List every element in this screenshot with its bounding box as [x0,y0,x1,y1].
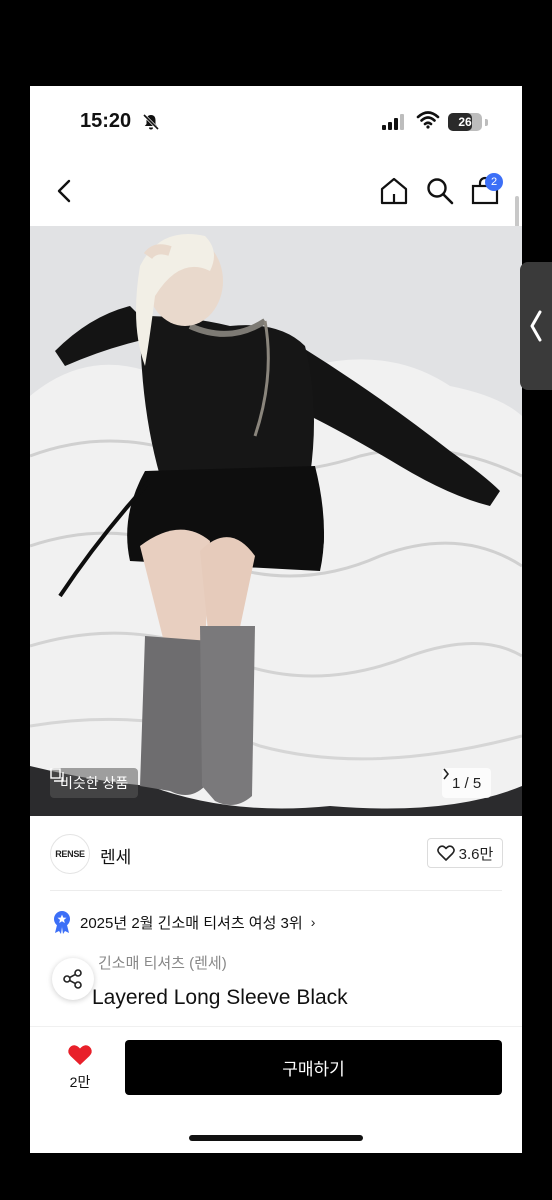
back-arrow-icon[interactable] [54,178,76,204]
phone-screen: 15:20 26 2 비슷한 상품 1 / 5 RENSE 렌세 3.6만 20… [30,86,522,1153]
page-counter-text: 1 / 5 [452,774,482,792]
brand-like-button[interactable]: 3.6만 [427,838,503,868]
wishlist-count: 2만 [69,1074,91,1090]
heart-filled-icon [68,1045,92,1065]
signal-icon [382,114,404,130]
brand-like-count: 3.6만 [458,845,494,863]
home-icon[interactable] [379,176,409,206]
share-icon [63,969,82,989]
cart-badge: 2 [485,173,503,191]
product-image-carousel[interactable]: 비슷한 상품 1 / 5 [30,226,522,816]
product-photo [30,226,522,816]
wishlist-button[interactable]: 2만 [60,1040,100,1092]
similar-products-label: 비슷한 상품 [60,775,129,791]
heart-outline-icon [436,845,455,861]
category-text: 긴소매 티셔츠 (렌세) [98,955,227,972]
top-nav: 2 [30,156,522,226]
bell-muted-icon [142,113,160,131]
bottom-bar-divider [30,1026,522,1027]
product-title-text: Layered Long Sleeve Black [92,986,348,1009]
status-time: 15:20 [80,110,132,132]
brand-logo[interactable]: RENSE [50,834,90,874]
battery-text: 26 [458,115,472,129]
medal-icon [54,911,70,934]
ranking-link[interactable]: 2025년 2월 긴소매 티셔츠 여성 3위 › [52,908,315,936]
home-indicator[interactable] [189,1135,363,1141]
share-button[interactable] [52,958,94,1000]
battery-nub [485,119,488,126]
battery-icon: 26 [448,113,482,131]
chevron-left-icon [530,310,542,342]
product-title: Layered Long Sleeve Black [50,986,348,1010]
ranking-text: 2025년 2월 긴소매 티셔츠 여성 3위 [80,914,303,932]
chevron-right-icon: › [310,914,316,930]
similar-products-button[interactable]: 비슷한 상품 [50,768,139,798]
image-page-counter[interactable]: 1 / 5 [442,768,492,798]
buy-button[interactable]: 구매하기 [125,1040,502,1095]
search-icon[interactable] [425,176,455,206]
similar-items-icon [50,768,64,782]
brand-row: RENSE 렌세 3.6만 [50,830,503,880]
buy-button-label: 구매하기 [282,1060,345,1079]
divider [50,890,502,891]
side-panel-tab[interactable] [520,262,552,390]
status-bar: 15:20 26 [30,86,522,156]
brand-name[interactable]: 렌세 [100,843,131,868]
chevron-right-icon [443,768,450,780]
wifi-icon [416,111,440,129]
